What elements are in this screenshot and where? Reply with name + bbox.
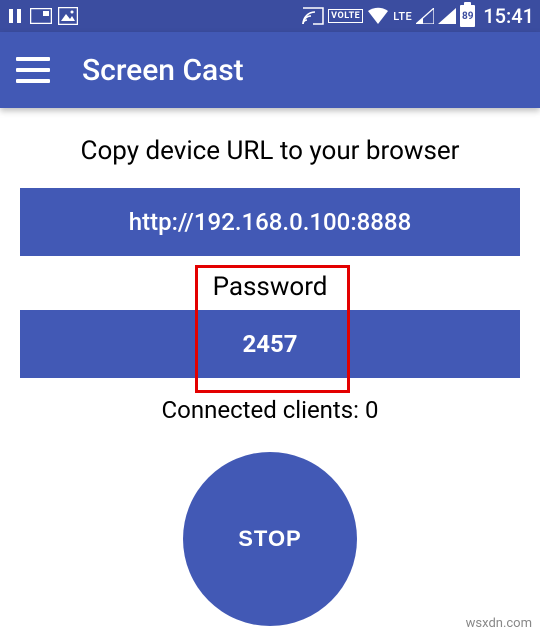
status-right: VOLTE LTE 89 15:41 bbox=[302, 4, 534, 28]
battery-icon: 89 bbox=[460, 5, 475, 27]
menu-button[interactable] bbox=[16, 57, 50, 83]
image-icon bbox=[58, 7, 78, 25]
cast-rect-icon bbox=[30, 8, 52, 24]
lte-label: LTE bbox=[393, 10, 412, 23]
instruction-text: Copy device URL to your browser bbox=[0, 136, 540, 166]
app-title: Screen Cast bbox=[82, 53, 244, 88]
clock: 15:41 bbox=[483, 4, 534, 28]
watermark: wsxdn.com bbox=[466, 616, 532, 631]
wifi-icon bbox=[367, 7, 389, 25]
battery-level: 89 bbox=[462, 11, 473, 22]
signal-2-icon bbox=[438, 8, 456, 24]
password-bar[interactable]: 2457 bbox=[20, 310, 520, 378]
volte-badge: VOLTE bbox=[328, 9, 363, 23]
stop-button[interactable]: STOP bbox=[183, 452, 357, 626]
status-left bbox=[6, 7, 78, 25]
main-content: Copy device URL to your browser http://1… bbox=[0, 108, 540, 626]
app-bar: Screen Cast bbox=[0, 32, 540, 108]
cast-icon bbox=[302, 7, 324, 25]
password-label: Password bbox=[0, 272, 540, 302]
pause-icon bbox=[6, 7, 24, 25]
connected-clients: Connected clients: 0 bbox=[0, 396, 540, 424]
status-bar: VOLTE LTE 89 15:41 bbox=[0, 0, 540, 32]
signal-1-icon bbox=[416, 8, 434, 24]
url-bar[interactable]: http://192.168.0.100:8888 bbox=[20, 188, 520, 256]
